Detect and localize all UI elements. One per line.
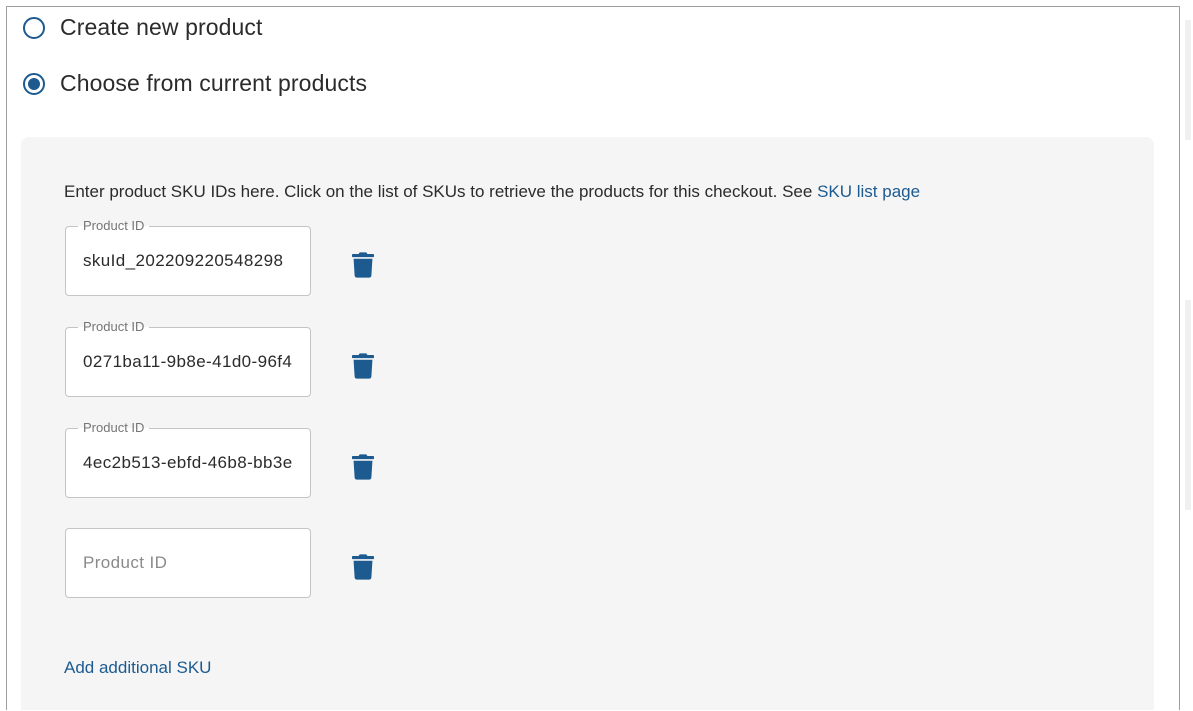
trash-icon[interactable] — [352, 353, 374, 379]
radio-label-create-new-product: Create new product — [60, 14, 263, 40]
product-id-input-3[interactable] — [83, 429, 305, 497]
scrollbar-track-segment — [1185, 300, 1191, 510]
add-additional-sku-link[interactable]: Add additional SKU — [64, 658, 211, 678]
trash-icon[interactable] — [352, 554, 374, 580]
radio-selected-dot — [28, 77, 40, 90]
radio-choose-current-products[interactable]: Choose from current products — [23, 70, 367, 97]
page-scrollbar[interactable] — [1183, 0, 1193, 711]
radio-create-new-product[interactable]: Create new product — [23, 14, 263, 41]
product-id-field-2[interactable]: Product ID — [65, 319, 311, 397]
scrollbar-track-segment — [1185, 20, 1191, 140]
product-id-field-4[interactable] — [65, 528, 311, 598]
radio-label-choose-current-products: Choose from current products — [60, 70, 368, 96]
sku-panel: Enter product SKU IDs here. Click on the… — [21, 137, 1154, 710]
radio-button-selected[interactable] — [23, 72, 45, 95]
product-id-input-2[interactable] — [83, 328, 305, 396]
product-id-field-1[interactable]: Product ID — [65, 218, 311, 296]
sku-intro-text: Enter product SKU IDs here. Click on the… — [64, 182, 920, 202]
sku-intro-sentence: Enter product SKU IDs here. Click on the… — [64, 182, 813, 201]
product-id-field-3[interactable]: Product ID — [65, 420, 311, 498]
sku-list-page-link[interactable]: SKU list page — [817, 182, 920, 201]
trash-icon[interactable] — [352, 454, 374, 480]
radio-button-unselected[interactable] — [23, 16, 45, 39]
trash-icon[interactable] — [352, 252, 374, 278]
product-id-input-1[interactable] — [83, 227, 305, 295]
product-selection-section: Create new product Choose from current p… — [6, 6, 1180, 710]
product-id-input-4[interactable] — [83, 529, 305, 597]
